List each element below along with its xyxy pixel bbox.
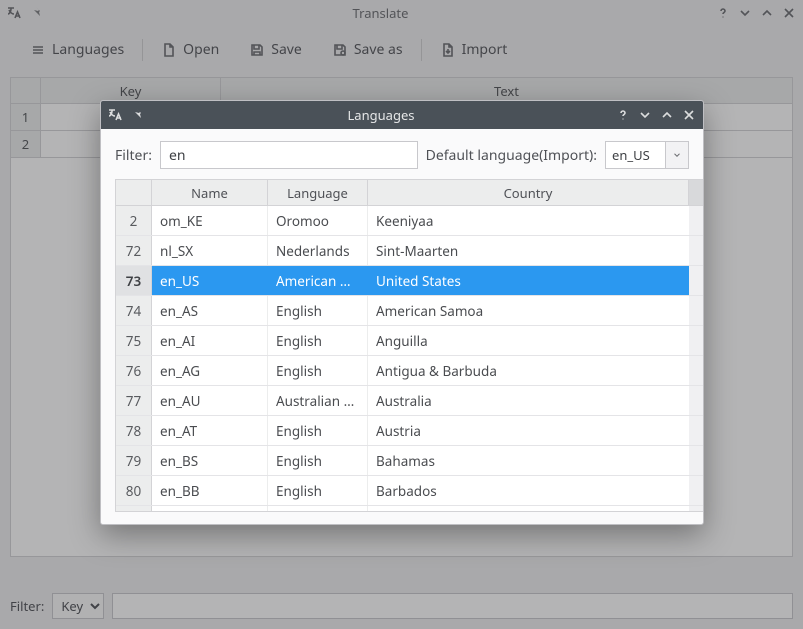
cell-name: en_US — [152, 266, 268, 295]
help-icon[interactable] — [615, 107, 631, 123]
cell-name: en_AG — [152, 356, 268, 385]
app-window: Translate Languages Open Save Save as — [0, 0, 803, 629]
cell-country: Austria — [368, 416, 689, 445]
cell-name: nl_SX — [152, 236, 268, 265]
scrollbar-track[interactable] — [689, 266, 703, 295]
pin-icon[interactable] — [131, 107, 147, 123]
cell-country: Sint-Maarten — [368, 236, 689, 265]
language-row[interactable]: 75en_AIEnglishAnguilla — [116, 326, 703, 356]
cell-language: Oromoo — [268, 206, 368, 235]
row-index: 78 — [116, 416, 152, 445]
cell-country: Keeniyaa — [368, 206, 689, 235]
language-row[interactable]: 72nl_SXNederlandsSint-Maarten — [116, 236, 703, 266]
cell-language: English — [268, 506, 368, 511]
dialog-default-label: Default language(Import): — [426, 146, 597, 165]
scrollbar-track[interactable] — [689, 506, 703, 511]
chevron-down-icon[interactable] — [665, 141, 689, 169]
scrollbar-track[interactable] — [689, 180, 703, 205]
cell-name: en_BE — [152, 506, 268, 511]
language-row[interactable]: 2om_KEOromooKeeniyaa — [116, 206, 703, 236]
cell-language: Australian … — [268, 386, 368, 415]
cell-country: American Samoa — [368, 296, 689, 325]
cell-language: English — [268, 446, 368, 475]
close-icon[interactable] — [681, 107, 697, 123]
dialog-table: Name Language Country 2om_KEOromooKeeniy… — [115, 179, 703, 512]
scrollbar-track[interactable] — [689, 476, 703, 505]
cell-country: Antigua & Barbuda — [368, 356, 689, 385]
dialog-filter-label: Filter: — [115, 146, 152, 165]
row-index: 76 — [116, 356, 152, 385]
row-index: 2 — [116, 206, 152, 235]
cell-language: American … — [268, 266, 368, 295]
col-language[interactable]: Language — [268, 180, 368, 205]
cell-language: English — [268, 356, 368, 385]
dialog-filter-input[interactable] — [160, 141, 418, 169]
dialog-table-header: Name Language Country — [116, 180, 703, 206]
scrollbar-track[interactable] — [689, 326, 703, 355]
scrollbar-track[interactable] — [689, 416, 703, 445]
language-row[interactable]: 81en_BEEnglishBelgium — [116, 506, 703, 511]
col-country[interactable]: Country — [368, 180, 689, 205]
scrollbar-track[interactable] — [689, 356, 703, 385]
col-name[interactable]: Name — [152, 180, 268, 205]
cell-country: Belgium — [368, 506, 689, 511]
cell-country: Barbados — [368, 476, 689, 505]
cell-language: English — [268, 326, 368, 355]
language-row[interactable]: 76en_AGEnglishAntigua & Barbuda — [116, 356, 703, 386]
cell-language: English — [268, 296, 368, 325]
row-index: 73 — [116, 266, 152, 295]
dialog-title: Languages — [147, 106, 615, 124]
cell-name: en_AS — [152, 296, 268, 325]
language-row[interactable]: 79en_BSEnglishBahamas — [116, 446, 703, 476]
language-row[interactable]: 78en_ATEnglishAustria — [116, 416, 703, 446]
language-row[interactable]: 77en_AUAustralian …Australia — [116, 386, 703, 416]
scrollbar-track[interactable] — [689, 446, 703, 475]
cell-language: English — [268, 416, 368, 445]
cell-name: en_AU — [152, 386, 268, 415]
scrollbar-track[interactable] — [689, 386, 703, 415]
cell-name: en_BS — [152, 446, 268, 475]
scrollbar-track[interactable] — [689, 236, 703, 265]
maximize-icon[interactable] — [659, 107, 675, 123]
row-index: 72 — [116, 236, 152, 265]
dialog-header-corner — [116, 180, 152, 205]
language-row[interactable]: 73en_USAmerican …United States — [116, 266, 703, 296]
row-index: 75 — [116, 326, 152, 355]
row-index: 79 — [116, 446, 152, 475]
language-row[interactable]: 74en_ASEnglishAmerican Samoa — [116, 296, 703, 326]
cell-name: en_AI — [152, 326, 268, 355]
cell-name: om_KE — [152, 206, 268, 235]
default-language-input[interactable] — [605, 141, 665, 169]
scrollbar-track[interactable] — [689, 296, 703, 325]
cell-country: Bahamas — [368, 446, 689, 475]
row-index: 80 — [116, 476, 152, 505]
default-language-combo[interactable] — [605, 141, 689, 169]
languages-dialog: Languages Filter: Default language(Impor… — [100, 100, 704, 525]
cell-country: Australia — [368, 386, 689, 415]
cell-language: English — [268, 476, 368, 505]
dialog-titlebar: Languages — [101, 101, 703, 129]
cell-country: United States — [368, 266, 689, 295]
scrollbar-track[interactable] — [689, 206, 703, 235]
cell-country: Anguilla — [368, 326, 689, 355]
cell-name: en_AT — [152, 416, 268, 445]
language-row[interactable]: 80en_BBEnglishBarbados — [116, 476, 703, 506]
row-index: 81 — [116, 506, 152, 511]
row-index: 74 — [116, 296, 152, 325]
dialog-filter-row: Filter: Default language(Import): — [101, 129, 703, 179]
cell-name: en_BB — [152, 476, 268, 505]
translate-app-icon — [107, 107, 123, 123]
row-index: 77 — [116, 386, 152, 415]
cell-language: Nederlands — [268, 236, 368, 265]
minimize-icon[interactable] — [637, 107, 653, 123]
